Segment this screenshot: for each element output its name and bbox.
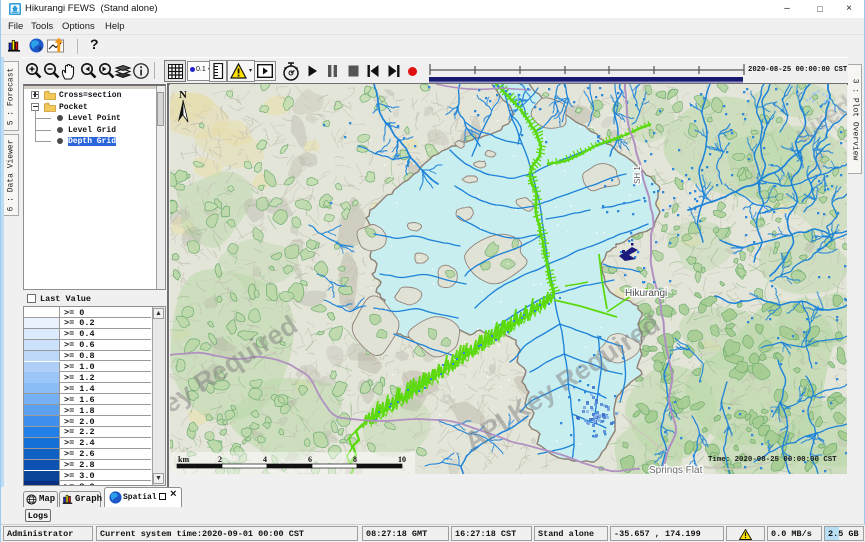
svg-text:4: 4 xyxy=(263,455,267,464)
svg-text:SH 1: SH 1 xyxy=(633,166,642,184)
svg-text:N: N xyxy=(179,89,187,101)
svg-text:6: 6 xyxy=(308,455,312,464)
svg-text:8: 8 xyxy=(353,455,357,464)
svg-text:Springs Flat: Springs Flat xyxy=(649,465,703,474)
svg-text:Hikurangi: Hikurangi xyxy=(625,288,667,299)
svg-text:10: 10 xyxy=(398,455,406,464)
svg-text:2: 2 xyxy=(218,455,222,464)
svg-text:km: km xyxy=(178,455,189,464)
svg-text:Time: 2020-08-25 00:00:00 CST: Time: 2020-08-25 00:00:00 CST xyxy=(708,456,837,464)
